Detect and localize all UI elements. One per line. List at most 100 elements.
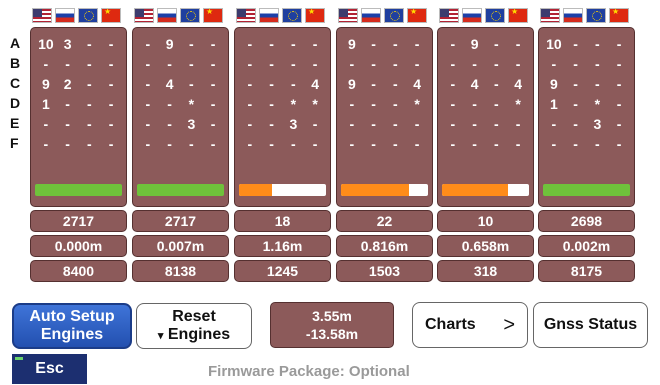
- grid-cell: -: [108, 36, 114, 52]
- grid-cell: -: [472, 136, 477, 152]
- grid-cell: *: [188, 96, 195, 112]
- signal-bar: [239, 184, 326, 196]
- russia-flag-icon: [563, 8, 583, 23]
- row-label: B: [10, 55, 21, 71]
- grid-cell: -: [515, 116, 521, 132]
- grid-cell: -: [414, 56, 420, 72]
- grid-cell: -: [291, 56, 296, 72]
- grid-cell: -: [414, 116, 420, 132]
- position-offset-display: 3.55m -13.58m: [270, 302, 394, 348]
- grid-cell: 4: [514, 76, 523, 92]
- grid-cell: -: [616, 36, 622, 52]
- distance-box: 0.816m: [336, 235, 433, 257]
- count-box: 2717: [132, 210, 229, 232]
- china-flag-icon: [305, 7, 325, 23]
- grid-cell: -: [108, 56, 114, 72]
- reset-engines-button[interactable]: Reset ▾ Engines: [136, 303, 252, 349]
- signal-bar: [35, 184, 122, 196]
- grid-cell: -: [145, 136, 151, 152]
- grid-cell: -: [393, 96, 398, 112]
- position-offset-line2: -13.58m: [305, 326, 359, 342]
- grid-cell: 10: [546, 36, 562, 52]
- charts-button[interactable]: Charts >: [412, 302, 528, 348]
- satellite-panel: 10 3- - - - - -9 2- -1- - - - - - - - - - -: [30, 27, 127, 207]
- grid-row: ----: [137, 54, 224, 74]
- grid-row: -9--: [137, 34, 224, 54]
- grid-cell: -: [65, 136, 70, 152]
- constellation-flags: [134, 7, 229, 25]
- auto-setup-label-line1: Auto Setup: [29, 308, 115, 325]
- grid-cell: 9: [41, 76, 50, 92]
- grid-row: -9--: [442, 34, 529, 54]
- grid-row: -4-4: [442, 74, 529, 94]
- grid-cell: -: [515, 136, 521, 152]
- grid-cell: -: [494, 36, 499, 52]
- grid-row: - - * *: [239, 94, 326, 114]
- grid-cell: -: [393, 116, 398, 132]
- grid-cell: -: [247, 116, 253, 132]
- grid-cell: -: [145, 116, 151, 132]
- grid-cell: -: [515, 36, 521, 52]
- grid-cell: 4: [413, 76, 422, 92]
- grid-row: 10- - -: [543, 34, 630, 54]
- signal-bar-fill: [341, 184, 409, 196]
- us-flag-icon: [540, 8, 560, 23]
- satellite-panel: 9- - - - - - -9- -4- - - * - - - - - - - -: [336, 27, 433, 207]
- value-box: 8175: [538, 260, 635, 282]
- grid-cell: -: [145, 36, 151, 52]
- grid-row: 9---: [341, 34, 428, 54]
- grid-cell: -: [108, 136, 114, 152]
- grid-row: ----: [35, 134, 122, 154]
- china-flag-icon: [407, 7, 427, 23]
- satellite-column: -9-------4-4---*--------100.658m318: [437, 7, 534, 282]
- grid-cell: -: [472, 56, 477, 72]
- grid-cell: 3: [289, 116, 298, 132]
- grid-cell: -: [43, 116, 49, 132]
- satellite-column: -----------4--**--3-----181.16m1245: [234, 7, 331, 282]
- satellite-panel: 10- - - - - - -9- - -1- * - - -3- - - - -: [538, 27, 635, 207]
- count-box: 22: [336, 210, 433, 232]
- constellation-flags: [439, 7, 534, 25]
- grid-cell: -: [189, 56, 194, 72]
- count-box: 2717: [30, 210, 127, 232]
- grid-cell: *: [290, 96, 297, 112]
- grid-cell: -: [371, 36, 376, 52]
- grid-cell: 9: [470, 36, 479, 52]
- grid-cell: -: [210, 56, 216, 72]
- constellation-flags: [540, 7, 635, 25]
- grid-cell: -: [43, 136, 49, 152]
- grid-cell: 2: [63, 76, 72, 92]
- grid-cell: -: [87, 76, 92, 92]
- grid-cell: -: [371, 56, 376, 72]
- us-flag-icon: [134, 8, 154, 23]
- grid-row: ----: [442, 134, 529, 154]
- grid-cell: -: [269, 116, 274, 132]
- signal-bar: [341, 184, 428, 196]
- grid-cell: -: [269, 36, 274, 52]
- russia-flag-icon: [361, 8, 381, 23]
- auto-setup-engines-button[interactable]: Auto Setup Engines: [12, 303, 132, 349]
- gnss-status-button[interactable]: Gnss Status: [533, 302, 648, 348]
- grid-cell: -: [551, 136, 557, 152]
- grid-cell: -: [87, 136, 92, 152]
- grid-cell: -: [210, 36, 216, 52]
- grid-cell: -: [145, 76, 151, 92]
- grid-cell: -: [393, 56, 398, 72]
- grid-cell: -: [450, 36, 456, 52]
- grid-row: ----: [239, 34, 326, 54]
- grid-cell: -: [312, 36, 318, 52]
- value-box: 8400: [30, 260, 127, 282]
- grid-cell: -: [108, 76, 114, 92]
- row-label: E: [10, 115, 20, 131]
- value-box: 1245: [234, 260, 331, 282]
- grid-row: ----: [341, 134, 428, 154]
- grid-row: ----: [442, 54, 529, 74]
- grid-row: 1- * -: [543, 94, 630, 114]
- grid-row: ----: [543, 134, 630, 154]
- grid-cell: 9: [347, 36, 356, 52]
- grid-row: 9---: [543, 74, 630, 94]
- esc-button[interactable]: Esc: [12, 354, 87, 384]
- grid-cell: -: [371, 136, 376, 152]
- grid-row: 9--4: [341, 74, 428, 94]
- grid-cell: -: [108, 96, 114, 112]
